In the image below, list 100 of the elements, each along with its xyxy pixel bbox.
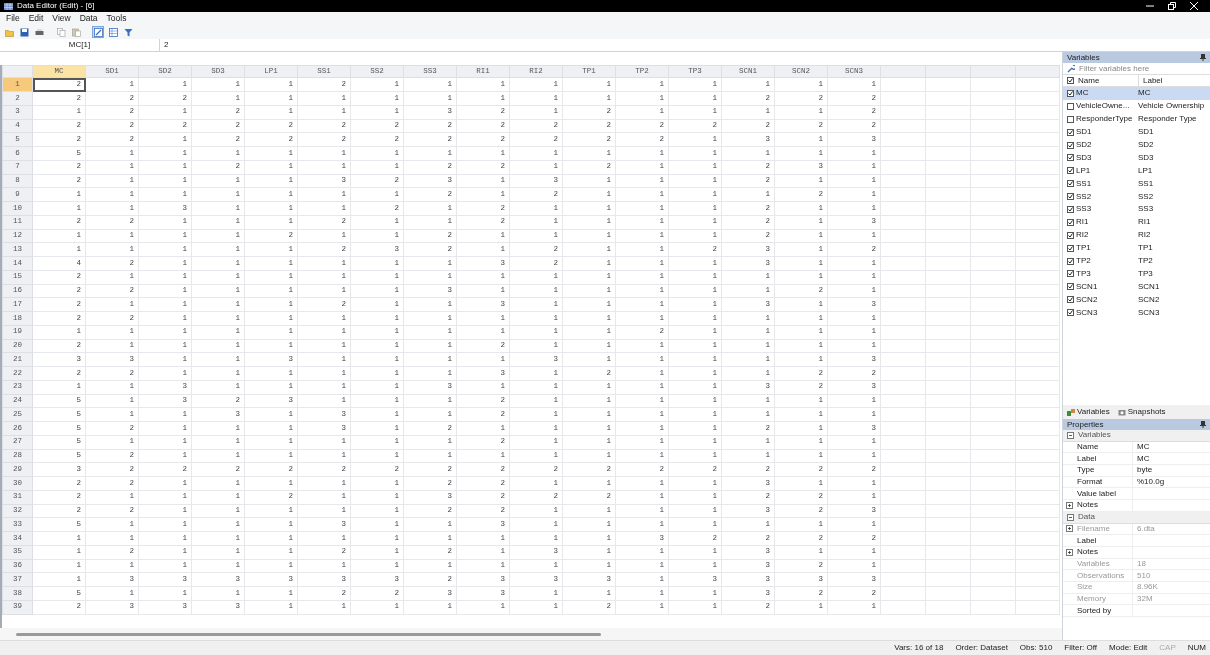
- property-name: Filename: [1075, 523, 1133, 535]
- checkbox[interactable]: [1067, 89, 1074, 97]
- menu-item[interactable]: View: [52, 12, 71, 25]
- variable-name[interactable]: SD2: [1074, 139, 1138, 151]
- variable-label: Responder Type: [1138, 113, 1197, 126]
- property-row[interactable]: Sorted by: [1063, 605, 1210, 617]
- property-row[interactable]: Value label: [1063, 488, 1210, 501]
- property-name: Type: [1075, 465, 1133, 476]
- variable-label: TP2: [1138, 255, 1153, 267]
- property-value: 6.dta: [1136, 522, 1155, 535]
- variable-name[interactable]: SD1: [1074, 126, 1138, 139]
- panel-tab[interactable]: Snapshots: [1117, 406, 1166, 418]
- app-icon: [4, 2, 13, 10]
- checkbox[interactable]: [1067, 128, 1074, 136]
- variable-name[interactable]: LP1: [1074, 164, 1138, 177]
- property-name: Label: [1075, 453, 1133, 465]
- cell-value-field[interactable]: 2: [160, 39, 1210, 51]
- checkbox[interactable]: [1067, 167, 1074, 175]
- variable-name[interactable]: TP3: [1074, 267, 1138, 280]
- property-row[interactable]: Notes: [1063, 500, 1210, 512]
- checkbox[interactable]: [1067, 115, 1074, 123]
- variable-name[interactable]: VehicleOwne...: [1074, 100, 1138, 113]
- variable-name[interactable]: RI2: [1074, 229, 1138, 242]
- menu-item[interactable]: Tools: [106, 12, 127, 25]
- expand-icon[interactable]: [1065, 548, 1073, 556]
- status-text: Order: Dataset: [955, 642, 1008, 654]
- camera-icon: [1117, 408, 1126, 416]
- variable-name[interactable]: SD3: [1074, 151, 1138, 164]
- property-row[interactable]: Type byte: [1063, 465, 1210, 477]
- checkbox[interactable]: [1067, 205, 1074, 213]
- section-title: Data: [1078, 511, 1095, 524]
- variable-name[interactable]: TP2: [1074, 255, 1138, 267]
- panel-tab[interactable]: Variables: [1067, 406, 1110, 418]
- checkbox[interactable]: [1067, 193, 1074, 201]
- checkbox[interactable]: [1067, 218, 1074, 226]
- variable-name[interactable]: ResponderType: [1074, 113, 1138, 126]
- column-header[interactable]: Label: [1138, 74, 1163, 87]
- checkbox[interactable]: [1067, 283, 1074, 291]
- collapse-icon[interactable]: [1067, 431, 1074, 439]
- checkbox[interactable]: [1067, 180, 1074, 188]
- checkbox[interactable]: [1067, 296, 1074, 304]
- variable-label: RI2: [1138, 229, 1151, 242]
- save-button[interactable]: [18, 26, 30, 38]
- variable-name[interactable]: RI1: [1074, 216, 1138, 229]
- variable-row[interactable]: MC MC: [1063, 87, 1210, 100]
- property-name: Variables: [1075, 558, 1133, 570]
- status-text: Vars: 16 of 18: [894, 642, 944, 654]
- variable-name[interactable]: SCN3: [1074, 306, 1138, 319]
- variable-name[interactable]: MC: [1074, 87, 1138, 100]
- variable-name[interactable]: SS1: [1074, 177, 1138, 190]
- variable-label: SD1: [1138, 126, 1154, 139]
- column-header[interactable]: Name: [1074, 74, 1138, 87]
- expand-icon[interactable]: [1065, 501, 1073, 509]
- collapse-icon[interactable]: [1067, 513, 1074, 521]
- variable-name[interactable]: SS3: [1074, 203, 1138, 216]
- variable-name[interactable]: SCN1: [1074, 280, 1138, 293]
- variable-label: TP3: [1138, 267, 1153, 280]
- window-title: Data Editor (Edit) - [6]: [17, 2, 95, 10]
- checkbox[interactable]: [1067, 257, 1074, 265]
- menu-item[interactable]: File: [6, 12, 20, 25]
- property-row[interactable]: Label: [1063, 535, 1210, 547]
- menu-item[interactable]: Edit: [28, 12, 44, 25]
- checkbox[interactable]: [1067, 102, 1074, 110]
- variable-label: MC: [1138, 87, 1151, 100]
- checkbox[interactable]: [1067, 231, 1074, 239]
- property-row[interactable]: Label MC: [1063, 453, 1210, 466]
- variable-label: TP1: [1138, 242, 1153, 255]
- property-name: Observations: [1075, 570, 1133, 581]
- status-text: Filter: Off: [1064, 642, 1098, 654]
- variable-name[interactable]: SCN2: [1074, 293, 1138, 306]
- scrollbar-thumb[interactable]: [16, 632, 601, 636]
- browse-grid-button[interactable]: [107, 26, 119, 38]
- variable-name[interactable]: SS2: [1074, 190, 1138, 203]
- section-header[interactable]: Variables: [1063, 430, 1210, 442]
- printer-button[interactable]: [33, 26, 45, 38]
- property-name: Format: [1075, 476, 1133, 488]
- checkbox[interactable]: [1067, 77, 1074, 84]
- restore-icon[interactable]: [1168, 2, 1176, 10]
- status-text: CAP: [1159, 642, 1176, 654]
- checkbox[interactable]: [1067, 270, 1074, 278]
- panel-title: Properties: [1067, 418, 1104, 431]
- checkbox[interactable]: [1067, 309, 1074, 317]
- status-text: Obs: 510: [1019, 642, 1053, 654]
- minimize-icon[interactable]: [1146, 2, 1154, 10]
- edit-grid-button[interactable]: [92, 26, 104, 38]
- variable-label: SD2: [1138, 139, 1154, 151]
- close-icon[interactable]: [1190, 2, 1198, 10]
- property-value: 18: [1136, 557, 1146, 570]
- checkbox[interactable]: [1067, 154, 1074, 162]
- pin-icon[interactable]: [1200, 421, 1206, 428]
- pin-icon[interactable]: [1200, 54, 1206, 61]
- variable-label: SCN1: [1138, 280, 1160, 293]
- property-value: 510: [1136, 569, 1151, 582]
- checkbox[interactable]: [1067, 244, 1074, 252]
- variable-name[interactable]: TP1: [1074, 242, 1138, 255]
- filter-field[interactable]: Filter variables here: [1079, 62, 1206, 75]
- checkbox[interactable]: [1067, 141, 1074, 149]
- property-value: MC: [1136, 452, 1150, 465]
- cell-reference: MC[1]: [68, 39, 91, 51]
- menu-item[interactable]: Data: [79, 12, 98, 25]
